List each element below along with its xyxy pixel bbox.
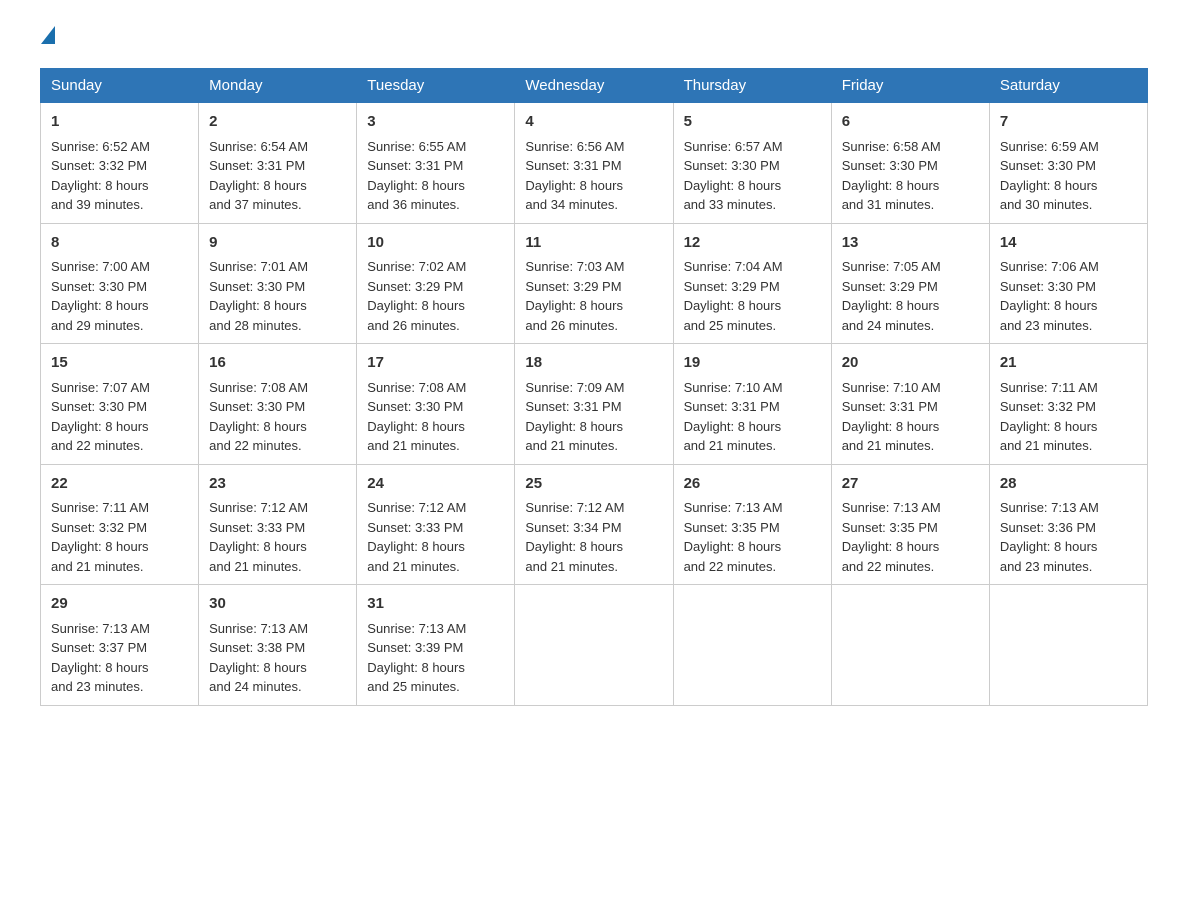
day-number: 13 xyxy=(842,232,979,255)
day-number: 29 xyxy=(51,593,188,616)
calendar-cell: 10Sunrise: 7:02 AMSunset: 3:29 PMDayligh… xyxy=(357,223,515,344)
day-number: 28 xyxy=(1000,473,1137,496)
day-number: 27 xyxy=(842,473,979,496)
day-number: 6 xyxy=(842,111,979,134)
day-number: 25 xyxy=(525,473,662,496)
calendar-cell: 3Sunrise: 6:55 AMSunset: 3:31 PMDaylight… xyxy=(357,103,515,224)
calendar-cell xyxy=(831,585,989,706)
calendar-week-row: 8Sunrise: 7:00 AMSunset: 3:30 PMDaylight… xyxy=(41,223,1148,344)
day-number: 20 xyxy=(842,352,979,375)
day-number: 1 xyxy=(51,111,188,134)
calendar-cell: 30Sunrise: 7:13 AMSunset: 3:38 PMDayligh… xyxy=(199,585,357,706)
calendar-cell: 4Sunrise: 6:56 AMSunset: 3:31 PMDaylight… xyxy=(515,103,673,224)
day-header-wednesday: Wednesday xyxy=(515,69,673,103)
day-number: 31 xyxy=(367,593,504,616)
calendar-cell: 16Sunrise: 7:08 AMSunset: 3:30 PMDayligh… xyxy=(199,344,357,465)
calendar-cell xyxy=(989,585,1147,706)
calendar-cell: 20Sunrise: 7:10 AMSunset: 3:31 PMDayligh… xyxy=(831,344,989,465)
day-header-tuesday: Tuesday xyxy=(357,69,515,103)
calendar-cell: 15Sunrise: 7:07 AMSunset: 3:30 PMDayligh… xyxy=(41,344,199,465)
calendar-cell: 7Sunrise: 6:59 AMSunset: 3:30 PMDaylight… xyxy=(989,103,1147,224)
day-number: 22 xyxy=(51,473,188,496)
logo-triangle-icon xyxy=(41,26,55,44)
calendar-table: SundayMondayTuesdayWednesdayThursdayFrid… xyxy=(40,68,1148,706)
calendar-cell: 21Sunrise: 7:11 AMSunset: 3:32 PMDayligh… xyxy=(989,344,1147,465)
calendar-cell: 9Sunrise: 7:01 AMSunset: 3:30 PMDaylight… xyxy=(199,223,357,344)
day-header-sunday: Sunday xyxy=(41,69,199,103)
calendar-cell: 23Sunrise: 7:12 AMSunset: 3:33 PMDayligh… xyxy=(199,464,357,585)
calendar-week-row: 22Sunrise: 7:11 AMSunset: 3:32 PMDayligh… xyxy=(41,464,1148,585)
calendar-cell: 5Sunrise: 6:57 AMSunset: 3:30 PMDaylight… xyxy=(673,103,831,224)
day-header-monday: Monday xyxy=(199,69,357,103)
calendar-cell: 11Sunrise: 7:03 AMSunset: 3:29 PMDayligh… xyxy=(515,223,673,344)
calendar-cell: 22Sunrise: 7:11 AMSunset: 3:32 PMDayligh… xyxy=(41,464,199,585)
day-header-thursday: Thursday xyxy=(673,69,831,103)
calendar-cell xyxy=(673,585,831,706)
calendar-cell: 12Sunrise: 7:04 AMSunset: 3:29 PMDayligh… xyxy=(673,223,831,344)
day-number: 3 xyxy=(367,111,504,134)
calendar-header-row: SundayMondayTuesdayWednesdayThursdayFrid… xyxy=(41,69,1148,103)
day-number: 15 xyxy=(51,352,188,375)
calendar-cell: 29Sunrise: 7:13 AMSunset: 3:37 PMDayligh… xyxy=(41,585,199,706)
logo xyxy=(40,30,55,48)
day-number: 19 xyxy=(684,352,821,375)
calendar-cell xyxy=(515,585,673,706)
day-number: 2 xyxy=(209,111,346,134)
day-number: 17 xyxy=(367,352,504,375)
day-number: 11 xyxy=(525,232,662,255)
day-number: 5 xyxy=(684,111,821,134)
day-header-saturday: Saturday xyxy=(989,69,1147,103)
day-number: 14 xyxy=(1000,232,1137,255)
day-number: 8 xyxy=(51,232,188,255)
day-number: 24 xyxy=(367,473,504,496)
day-number: 10 xyxy=(367,232,504,255)
calendar-cell: 2Sunrise: 6:54 AMSunset: 3:31 PMDaylight… xyxy=(199,103,357,224)
calendar-cell: 25Sunrise: 7:12 AMSunset: 3:34 PMDayligh… xyxy=(515,464,673,585)
calendar-week-row: 1Sunrise: 6:52 AMSunset: 3:32 PMDaylight… xyxy=(41,103,1148,224)
day-header-friday: Friday xyxy=(831,69,989,103)
day-number: 9 xyxy=(209,232,346,255)
calendar-cell: 28Sunrise: 7:13 AMSunset: 3:36 PMDayligh… xyxy=(989,464,1147,585)
calendar-cell: 31Sunrise: 7:13 AMSunset: 3:39 PMDayligh… xyxy=(357,585,515,706)
calendar-cell: 27Sunrise: 7:13 AMSunset: 3:35 PMDayligh… xyxy=(831,464,989,585)
day-number: 26 xyxy=(684,473,821,496)
day-number: 30 xyxy=(209,593,346,616)
calendar-cell: 14Sunrise: 7:06 AMSunset: 3:30 PMDayligh… xyxy=(989,223,1147,344)
calendar-cell: 8Sunrise: 7:00 AMSunset: 3:30 PMDaylight… xyxy=(41,223,199,344)
calendar-cell: 17Sunrise: 7:08 AMSunset: 3:30 PMDayligh… xyxy=(357,344,515,465)
calendar-cell: 19Sunrise: 7:10 AMSunset: 3:31 PMDayligh… xyxy=(673,344,831,465)
calendar-cell: 18Sunrise: 7:09 AMSunset: 3:31 PMDayligh… xyxy=(515,344,673,465)
calendar-week-row: 29Sunrise: 7:13 AMSunset: 3:37 PMDayligh… xyxy=(41,585,1148,706)
calendar-cell: 26Sunrise: 7:13 AMSunset: 3:35 PMDayligh… xyxy=(673,464,831,585)
day-number: 21 xyxy=(1000,352,1137,375)
day-number: 12 xyxy=(684,232,821,255)
calendar-cell: 13Sunrise: 7:05 AMSunset: 3:29 PMDayligh… xyxy=(831,223,989,344)
day-number: 4 xyxy=(525,111,662,134)
day-number: 7 xyxy=(1000,111,1137,134)
page-header xyxy=(40,30,1148,48)
day-number: 23 xyxy=(209,473,346,496)
calendar-week-row: 15Sunrise: 7:07 AMSunset: 3:30 PMDayligh… xyxy=(41,344,1148,465)
calendar-cell: 1Sunrise: 6:52 AMSunset: 3:32 PMDaylight… xyxy=(41,103,199,224)
day-number: 18 xyxy=(525,352,662,375)
day-number: 16 xyxy=(209,352,346,375)
calendar-cell: 24Sunrise: 7:12 AMSunset: 3:33 PMDayligh… xyxy=(357,464,515,585)
calendar-cell: 6Sunrise: 6:58 AMSunset: 3:30 PMDaylight… xyxy=(831,103,989,224)
